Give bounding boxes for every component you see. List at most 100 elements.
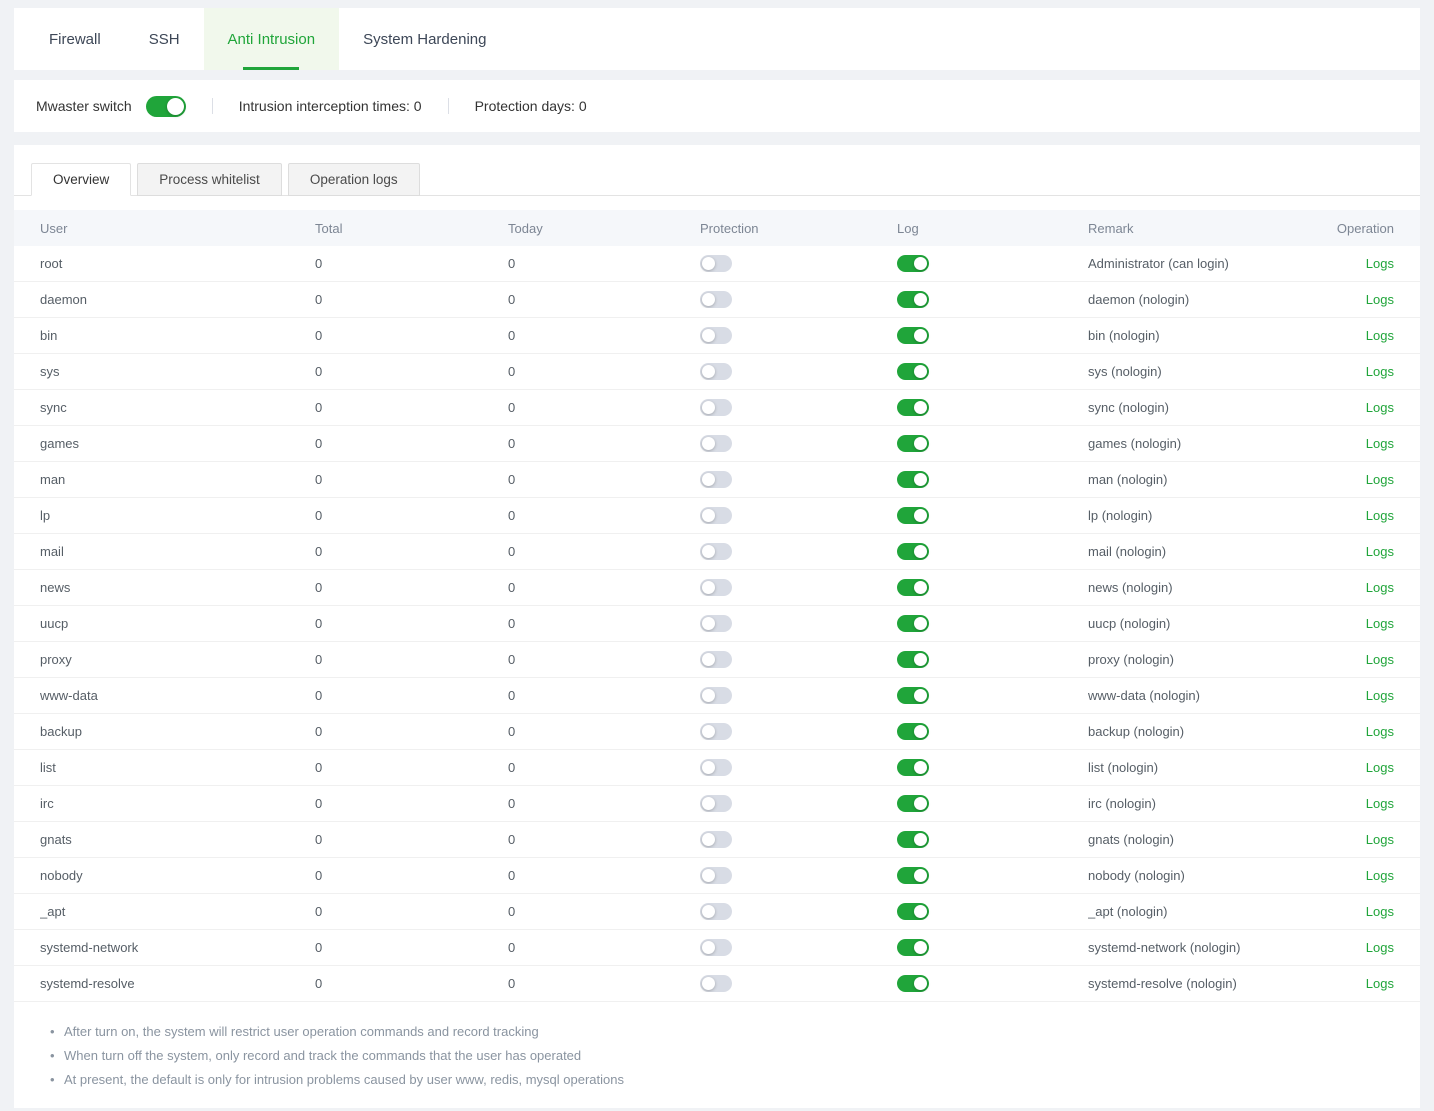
protection-toggle[interactable] xyxy=(700,651,732,668)
protection-toggle[interactable] xyxy=(700,543,732,560)
protection-toggle[interactable] xyxy=(700,615,732,632)
master-switch[interactable] xyxy=(146,96,186,117)
log-toggle[interactable] xyxy=(897,651,929,668)
protection-toggle[interactable] xyxy=(700,291,732,308)
protection-toggle[interactable] xyxy=(700,759,732,776)
remark-text: daemon (nologin) xyxy=(1088,292,1324,307)
protection-toggle[interactable] xyxy=(700,399,732,416)
today-count: 0 xyxy=(508,724,700,739)
subtab-process-whitelist[interactable]: Process whitelist xyxy=(137,163,282,196)
logs-link[interactable]: Logs xyxy=(1366,760,1394,775)
table-row: systemd-network00systemd-network (nologi… xyxy=(14,930,1420,966)
log-toggle[interactable] xyxy=(897,327,929,344)
total-count: 0 xyxy=(315,904,508,919)
total-count: 0 xyxy=(315,652,508,667)
logs-link[interactable]: Logs xyxy=(1366,688,1394,703)
log-toggle[interactable] xyxy=(897,399,929,416)
log-toggle[interactable] xyxy=(897,255,929,272)
active-tab-indicator xyxy=(243,67,299,70)
today-count: 0 xyxy=(508,688,700,703)
log-toggle[interactable] xyxy=(897,543,929,560)
protection-toggle[interactable] xyxy=(700,327,732,344)
table-row: _apt00_apt (nologin)Logs xyxy=(14,894,1420,930)
logs-link[interactable]: Logs xyxy=(1366,976,1394,991)
logs-link[interactable]: Logs xyxy=(1366,328,1394,343)
log-cell xyxy=(897,399,1088,416)
operation-cell: Logs xyxy=(1324,940,1394,955)
log-toggle[interactable] xyxy=(897,615,929,632)
operation-cell: Logs xyxy=(1324,976,1394,991)
log-toggle[interactable] xyxy=(897,363,929,380)
protection-toggle[interactable] xyxy=(700,903,732,920)
protection-toggle[interactable] xyxy=(700,435,732,452)
header-protection: Protection xyxy=(700,221,897,236)
logs-link[interactable]: Logs xyxy=(1366,904,1394,919)
logs-link[interactable]: Logs xyxy=(1366,796,1394,811)
protection-toggle[interactable] xyxy=(700,579,732,596)
protection-cell xyxy=(700,255,897,272)
logs-link[interactable]: Logs xyxy=(1366,940,1394,955)
remark-text: man (nologin) xyxy=(1088,472,1324,487)
protection-toggle[interactable] xyxy=(700,507,732,524)
protection-toggle[interactable] xyxy=(700,795,732,812)
table-row: sync00sync (nologin)Logs xyxy=(14,390,1420,426)
logs-link[interactable]: Logs xyxy=(1366,292,1394,307)
log-toggle[interactable] xyxy=(897,291,929,308)
tab-firewall[interactable]: Firewall xyxy=(25,8,125,70)
log-toggle[interactable] xyxy=(897,471,929,488)
subtab-operation-logs[interactable]: Operation logs xyxy=(288,163,420,196)
tab-anti-intrusion[interactable]: Anti Intrusion xyxy=(204,8,340,70)
log-toggle[interactable] xyxy=(897,795,929,812)
log-toggle[interactable] xyxy=(897,975,929,992)
logs-link[interactable]: Logs xyxy=(1366,868,1394,883)
log-toggle[interactable] xyxy=(897,435,929,452)
operation-cell: Logs xyxy=(1324,688,1394,703)
log-toggle[interactable] xyxy=(897,939,929,956)
subtab-overview[interactable]: Overview xyxy=(31,163,131,196)
tab-ssh[interactable]: SSH xyxy=(125,8,204,70)
today-count: 0 xyxy=(508,868,700,883)
logs-link[interactable]: Logs xyxy=(1366,724,1394,739)
logs-link[interactable]: Logs xyxy=(1366,256,1394,271)
logs-link[interactable]: Logs xyxy=(1366,832,1394,847)
protection-toggle[interactable] xyxy=(700,723,732,740)
table-row: nobody00nobody (nologin)Logs xyxy=(14,858,1420,894)
protection-cell xyxy=(700,579,897,596)
user-name: sync xyxy=(40,400,315,415)
subtab-label: Process whitelist xyxy=(159,172,260,187)
log-toggle[interactable] xyxy=(897,687,929,704)
log-toggle[interactable] xyxy=(897,579,929,596)
logs-link[interactable]: Logs xyxy=(1366,436,1394,451)
logs-link[interactable]: Logs xyxy=(1366,508,1394,523)
protection-toggle[interactable] xyxy=(700,255,732,272)
protection-toggle[interactable] xyxy=(700,471,732,488)
log-toggle[interactable] xyxy=(897,831,929,848)
logs-link[interactable]: Logs xyxy=(1366,616,1394,631)
protection-toggle[interactable] xyxy=(700,975,732,992)
protection-toggle[interactable] xyxy=(700,687,732,704)
log-cell xyxy=(897,327,1088,344)
protection-toggle[interactable] xyxy=(700,867,732,884)
tab-system-hardening[interactable]: System Hardening xyxy=(339,8,510,70)
log-toggle[interactable] xyxy=(897,759,929,776)
protection-toggle[interactable] xyxy=(700,831,732,848)
protection-toggle[interactable] xyxy=(700,363,732,380)
today-count: 0 xyxy=(508,616,700,631)
logs-link[interactable]: Logs xyxy=(1366,544,1394,559)
logs-link[interactable]: Logs xyxy=(1366,400,1394,415)
protection-toggle[interactable] xyxy=(700,939,732,956)
logs-link[interactable]: Logs xyxy=(1366,472,1394,487)
remark-text: sync (nologin) xyxy=(1088,400,1324,415)
remark-text: systemd-network (nologin) xyxy=(1088,940,1324,955)
log-toggle[interactable] xyxy=(897,867,929,884)
logs-link[interactable]: Logs xyxy=(1366,364,1394,379)
log-toggle[interactable] xyxy=(897,507,929,524)
log-cell xyxy=(897,795,1088,812)
logs-link[interactable]: Logs xyxy=(1366,652,1394,667)
log-toggle[interactable] xyxy=(897,903,929,920)
protection-cell xyxy=(700,723,897,740)
divider xyxy=(212,98,213,114)
logs-link[interactable]: Logs xyxy=(1366,580,1394,595)
log-toggle[interactable] xyxy=(897,723,929,740)
log-cell xyxy=(897,975,1088,992)
